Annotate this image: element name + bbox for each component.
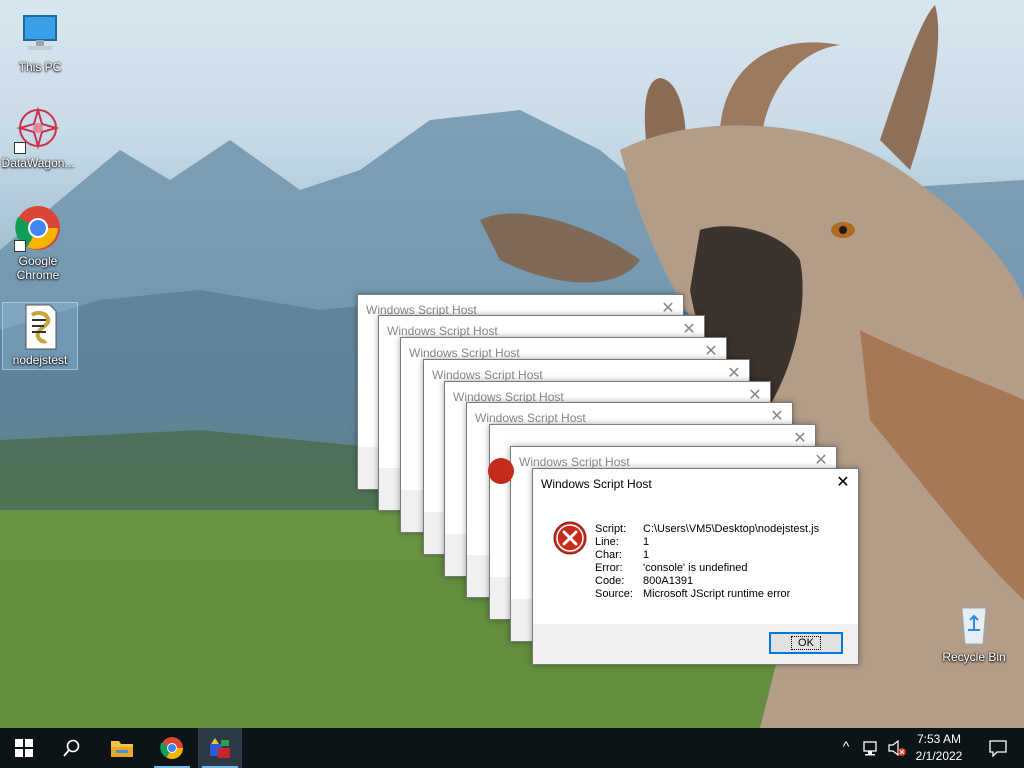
search-icon xyxy=(63,739,80,757)
taskbar: ^ 7:53 AM 2/1/2022 xyxy=(0,728,1024,768)
field-value: 800A1391 xyxy=(643,575,694,587)
dialog-title: Windows Script Host xyxy=(432,368,543,382)
dialog-titlebar[interactable]: Windows Script Host ✕ xyxy=(533,469,858,499)
action-center-button[interactable] xyxy=(976,728,1020,768)
desktop[interactable]: This PC DataWagon... Google Chrome nodej… xyxy=(0,0,1024,728)
field-label: Source: xyxy=(595,588,633,600)
notification-icon xyxy=(989,740,1007,757)
chrome-icon xyxy=(14,204,62,252)
field-value: 1 xyxy=(643,549,650,561)
field-value: 'console' is undefined xyxy=(643,562,748,574)
shortcut-arrow-icon xyxy=(14,142,26,154)
ok-button[interactable]: OK xyxy=(769,632,843,654)
shortcut-arrow-icon xyxy=(14,240,26,252)
recycle-bin-icon xyxy=(950,600,998,648)
monitor-icon xyxy=(16,10,64,58)
desktop-icon-label: DataWagon... xyxy=(1,156,75,170)
field-value: C:\Users\VM5\Desktop\nodejstest.js xyxy=(643,523,820,535)
recycle-bin[interactable]: Recycle Bin xyxy=(936,600,1012,670)
script-host-icon xyxy=(210,738,230,758)
file-explorer-button[interactable] xyxy=(100,728,144,768)
datawagon-shortcut[interactable]: DataWagon... xyxy=(0,106,76,176)
field-label: Script: xyxy=(595,523,627,535)
datawagon-star-icon xyxy=(14,106,62,154)
script-host-error-dialog[interactable]: Windows Script Host ✕ Script: C:\Users\V… xyxy=(532,468,859,665)
dialog-title: Windows Script Host xyxy=(541,477,652,491)
field-value: Microsoft JScript runtime error xyxy=(643,588,791,600)
close-icon[interactable]: ✕ xyxy=(828,469,858,499)
field-value: 1 xyxy=(643,536,650,548)
google-chrome-shortcut[interactable]: Google Chrome xyxy=(0,204,76,288)
start-button[interactable] xyxy=(2,728,46,768)
show-hidden-icons-chevron[interactable]: ^ xyxy=(838,738,854,754)
search-button[interactable] xyxy=(50,728,94,768)
network-icon[interactable] xyxy=(858,728,884,768)
chrome-taskbar-button[interactable] xyxy=(150,728,194,768)
field-label: Char: xyxy=(595,549,622,561)
chrome-icon xyxy=(160,737,183,759)
clock-date[interactable]: 2/1/2022 xyxy=(912,749,966,763)
error-icon xyxy=(553,521,587,555)
dialog-title: Windows Script Host xyxy=(409,346,520,360)
dialog-title: Windows Script Host xyxy=(475,411,586,425)
clock-time[interactable]: 7:53 AM xyxy=(912,732,966,746)
field-label: Line: xyxy=(595,536,619,548)
desktop-icon-label: Google Chrome xyxy=(16,254,60,282)
volume-muted-icon[interactable] xyxy=(884,728,910,768)
ok-label: OK xyxy=(791,636,821,650)
dialog-body: Script: C:\Users\VM5\Desktop\nodejstest.… xyxy=(533,499,858,624)
error-icon xyxy=(488,458,514,484)
nodejstest-file[interactable]: nodejstest xyxy=(2,302,78,370)
script-file-icon xyxy=(16,303,64,351)
this-pc-icon-shortcut[interactable]: This PC xyxy=(2,10,78,74)
field-label: Error: xyxy=(595,562,623,574)
windows-logo-icon xyxy=(15,739,33,757)
error-details: Script: C:\Users\VM5\Desktop\nodejstest.… xyxy=(595,523,819,601)
script-host-taskbar-button[interactable] xyxy=(198,728,242,768)
field-label: Code: xyxy=(595,575,625,587)
dialog-title: Windows Script Host xyxy=(519,455,630,469)
desktop-icon-label: nodejstest xyxy=(12,353,68,367)
folder-icon xyxy=(111,741,133,757)
dialog-title: Windows Script Host xyxy=(387,324,498,338)
desktop-icon-label: This PC xyxy=(18,60,62,74)
desktop-icon-label: Recycle Bin xyxy=(942,650,1006,664)
